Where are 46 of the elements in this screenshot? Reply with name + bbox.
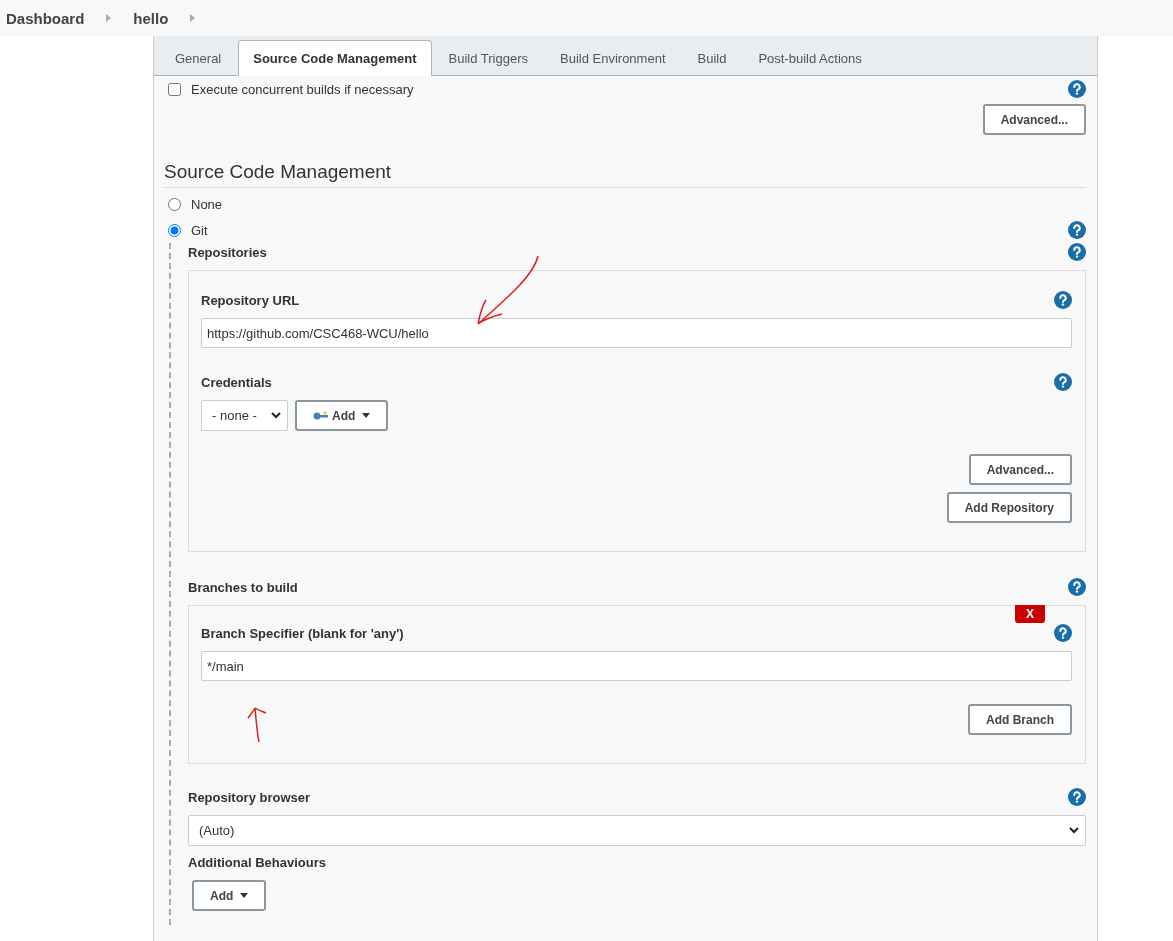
checkbox[interactable] [168, 82, 181, 96]
radio-button[interactable] [168, 223, 181, 237]
field-label: Repository URL [201, 292, 300, 308]
delete-button[interactable]: X [1015, 605, 1045, 623]
field-label: Repositories [188, 244, 267, 260]
advanced-button[interactable]: Advanced... [982, 104, 1086, 135]
breadcrumb-link[interactable]: hello [133, 9, 169, 27]
caret-icon [240, 893, 249, 898]
credentials-dropdown[interactable]: - none - [201, 400, 288, 431]
chevron-down-icon [1069, 827, 1079, 834]
radio-button[interactable] [168, 198, 181, 211]
help-icon[interactable] [1068, 80, 1086, 98]
tab[interactable]: Post-build Actions [743, 40, 877, 76]
breadcrumb-link[interactable]: Dashboard [6, 9, 85, 27]
radio-label: None [191, 197, 223, 212]
repository-browser-dropdown[interactable]: (Auto) [188, 815, 1086, 846]
section-title: Source Code Management [164, 161, 1086, 188]
field-label: Additional Behaviours [188, 855, 326, 870]
branch-specifier-field[interactable]: */main [201, 651, 1072, 681]
field-label: Credentials [201, 374, 272, 390]
checkbox-label: Execute concurrent builds if necessary [191, 81, 414, 97]
tab[interactable]: Build [682, 40, 742, 76]
radio-label: Git [191, 222, 208, 238]
help-icon[interactable] [1054, 373, 1072, 391]
help-icon[interactable] [1068, 243, 1086, 261]
add-behaviour-button[interactable]: Add [192, 880, 267, 911]
key-icon [313, 410, 328, 421]
field-label: Branch Specifier (blank for 'any') [201, 625, 404, 641]
add-credentials-button[interactable]: Add [295, 400, 389, 431]
help-icon[interactable] [1068, 788, 1086, 806]
caret-icon [362, 413, 371, 418]
tab[interactable]: General [160, 40, 237, 76]
add-branch-button[interactable]: Add Branch [968, 704, 1072, 735]
help-icon[interactable] [1068, 221, 1086, 239]
tab[interactable]: Build Environment [545, 40, 681, 76]
tab[interactable]: Build Triggers [433, 40, 543, 76]
tab[interactable]: Source Code Management [238, 40, 432, 76]
add-repository-button[interactable]: Add Repository [946, 492, 1072, 523]
field-label: Branches to build [188, 579, 298, 595]
repository-url-field[interactable]: https://github.com/CSC468-WCU/hello [201, 318, 1072, 348]
help-icon[interactable] [1068, 578, 1086, 596]
chevron-down-icon [271, 412, 281, 419]
advanced-button[interactable]: Advanced... [968, 454, 1072, 485]
help-icon[interactable] [1054, 624, 1072, 642]
field-label: Repository browser [188, 789, 311, 805]
help-icon[interactable] [1054, 291, 1072, 309]
